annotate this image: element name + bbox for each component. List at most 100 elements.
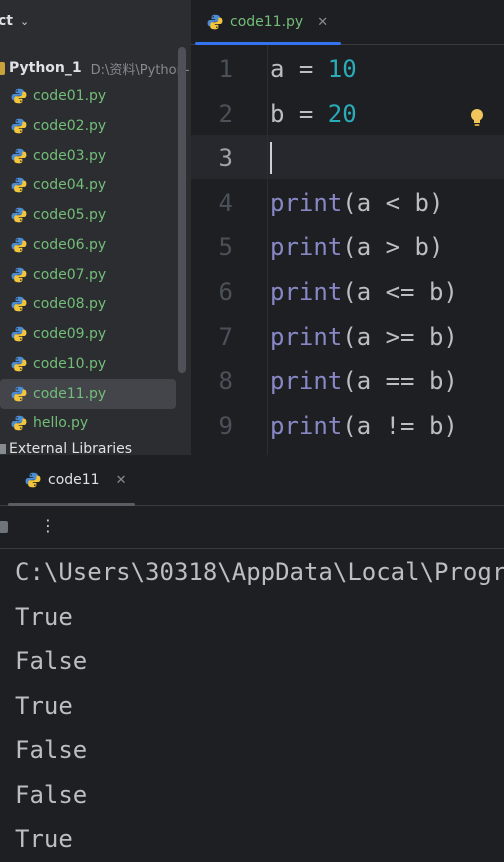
file-item[interactable]: code07.py [0,260,176,290]
file-item[interactable]: code03.py [0,141,176,171]
line-number: 4 [218,188,233,217]
code-keyword: print [270,278,343,306]
code-line: 2 b = 20 [191,91,504,135]
code-keyword: print [270,188,343,217]
python-file-icon [11,415,27,431]
console-line: True [15,825,73,853]
editor-tab-bar: code11.py ✕ [191,0,504,45]
file-item-label: code02.py [33,117,107,134]
code-line: 8 print(a == b) [191,358,504,402]
line-code: print(a >= b) [270,323,458,351]
folder-icon [0,61,5,75]
line-code: print(a <= b) [270,278,458,306]
python-file-icon [11,207,27,223]
code-keyword: print [270,233,343,262]
line-number: 7 [218,322,233,351]
code-line: 4 print(a < b) [191,180,504,224]
run-tab-code11[interactable]: code11 ✕ [8,455,135,506]
code-number: 20 [327,99,357,128]
code-line: 9 print(a != b) [191,403,504,447]
line-number: 8 [218,367,233,396]
line-code: a = 10 [270,55,357,83]
line-number: 5 [218,233,233,262]
file-item[interactable]: code06.py [0,230,176,260]
python-file-icon [11,356,27,372]
project-panel-header[interactable]: ct ⌄ [0,0,191,42]
python-file-icon [11,177,27,193]
console-line: False [15,736,88,764]
python-file-icon [11,386,27,401]
python-file-icon [207,14,223,30]
stop-button[interactable] [0,521,8,533]
file-item[interactable]: hello.py [0,408,176,438]
file-item-label: code03.py [33,147,107,164]
python-file-icon [11,237,27,253]
python-file-icon [11,326,27,342]
file-item[interactable]: code10.py [0,349,176,379]
line-number: 6 [218,278,233,306]
code-text: b = [270,99,328,128]
console-output[interactable]: C:\Users\30318\AppData\Local\Programs Tru… [15,550,504,862]
external-libraries-node[interactable]: External Libraries [0,441,132,455]
code-text: (a >= b) [342,322,458,351]
file-item-label: code06.py [33,236,107,253]
project-root-path: D:\资料\Python- [90,62,190,78]
chevron-down-icon[interactable]: ⌄ [20,15,29,28]
python-file-icon [11,118,27,134]
project-root[interactable]: Python_1 D:\资料\Python- [0,53,191,83]
line-number: 9 [218,411,233,440]
code-text: (a > b) [342,233,444,262]
python-file-icon [11,267,27,282]
run-tool-window: code11 ✕ ⋮ C:\Users\30318\AppData\Local\… [0,455,504,862]
code-text: (a < b) [342,188,444,217]
file-item[interactable]: code08.py [0,289,176,319]
line-code: print(a > b) [270,233,443,261]
file-item-label: code11.py [33,385,107,402]
file-item-label: code07.py [33,266,107,283]
file-item[interactable]: code02.py [0,111,176,141]
library-icon [0,444,6,454]
file-item[interactable]: code09.py [0,319,176,349]
console-line: C:\Users\30318\AppData\Local\Programs [15,558,504,586]
code-text: (a <= b) [342,278,458,306]
console-line: False [15,647,88,675]
external-libraries-label: External Libraries [9,441,132,455]
close-icon[interactable]: ✕ [116,473,127,488]
python-file-icon [11,88,27,104]
code-editor: code11.py ✕ 1a = 10 2 b = 20 3 4 print(a < b)… [191,0,504,455]
file-item[interactable]: code05.py [0,200,176,230]
line-number: 2 [218,99,233,128]
file-item-label: hello.py [33,415,89,432]
python-file-icon [11,148,27,163]
sidebar-scrollbar[interactable] [178,47,186,373]
file-item[interactable]: code04.py [0,170,176,200]
file-item-label: code05.py [33,207,107,223]
code-line: 7 print(a >= b) [191,314,504,358]
console-line: True [15,602,73,631]
file-item-label: code04.py [33,177,107,194]
tab-code11[interactable]: code11.py ✕ [194,0,341,45]
active-tab-indicator [195,42,341,45]
run-tab-label: code11 [48,472,100,488]
line-code: print(a < b) [270,189,443,217]
code-keyword: print [270,411,343,440]
console-line: False [15,780,88,809]
file-item[interactable]: code11.py [0,378,176,409]
file-item[interactable]: code01.py [0,81,176,111]
code-text: (a != b) [342,411,458,440]
code-line: 1 a = 10 [191,46,504,90]
file-item-label: code09.py [33,326,107,342]
more-options-icon[interactable]: ⋮ [40,516,56,535]
file-item-label: code08.py [33,296,107,313]
lightbulb-icon[interactable] [470,108,484,128]
line-code: print(a != b) [270,412,458,440]
file-item-label: code01.py [33,88,107,104]
close-icon[interactable]: ✕ [317,15,328,30]
code-text: a = [270,55,328,83]
line-number: 3 [218,144,233,173]
project-root-name: Python_1 [9,60,82,76]
code-line: 6 print(a <= b) [191,269,504,313]
python-file-icon [11,296,27,312]
line-number: 1 [218,55,233,83]
run-toolbar: ⋮ [0,506,504,549]
